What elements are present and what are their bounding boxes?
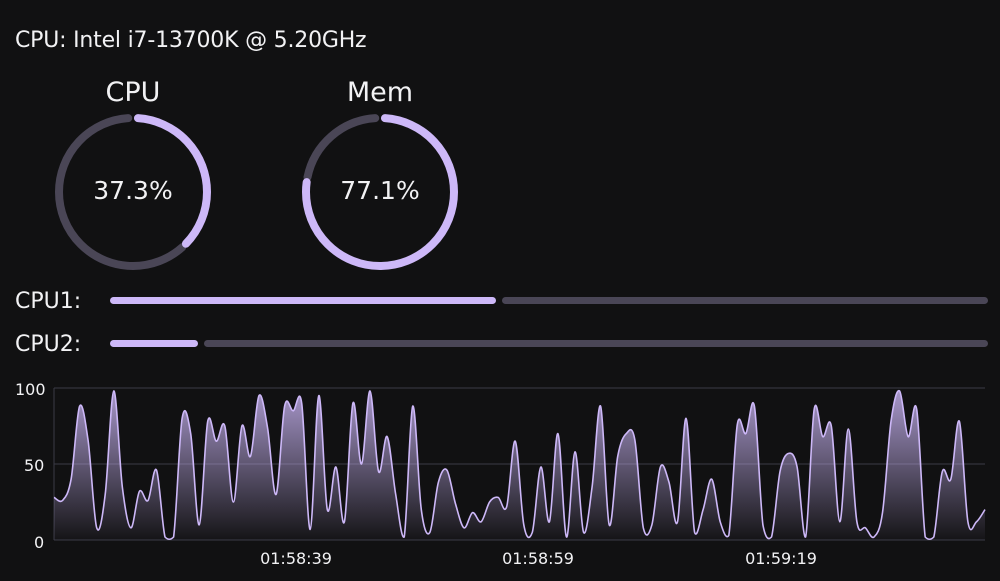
core2-label: CPU2:	[15, 332, 82, 357]
core1-usage-track	[502, 297, 988, 304]
cpu-gauge-label: CPU	[105, 77, 161, 108]
y-tick-100: 100	[15, 380, 46, 399]
cpu-usage-gauge: CPU 37.3%	[48, 78, 218, 284]
core2-usage-track	[203, 340, 988, 347]
x-tick-3: 01:59:19	[745, 549, 817, 568]
cpu-history-chart: 100 50 0 01:58:39 01:58:59 01:59:19	[15, 380, 986, 568]
memory-usage-gauge: Mem 77.1%	[295, 78, 465, 284]
y-tick-0: 0	[34, 533, 44, 552]
mem-gauge-value: 77.1%	[340, 176, 420, 205]
cpu-gauge-value: 37.3%	[93, 176, 173, 205]
x-tick-1: 01:58:39	[260, 549, 332, 568]
y-tick-50: 50	[24, 456, 44, 475]
x-tick-2: 01:58:59	[502, 549, 574, 568]
core1-label: CPU1:	[15, 289, 82, 314]
cpu-model-title: CPU: Intel i7-13700K @ 5.20GHz	[15, 28, 367, 53]
mem-gauge-label: Mem	[346, 77, 414, 108]
core2-usage-fill	[110, 340, 198, 347]
core1-usage-fill	[110, 297, 497, 304]
